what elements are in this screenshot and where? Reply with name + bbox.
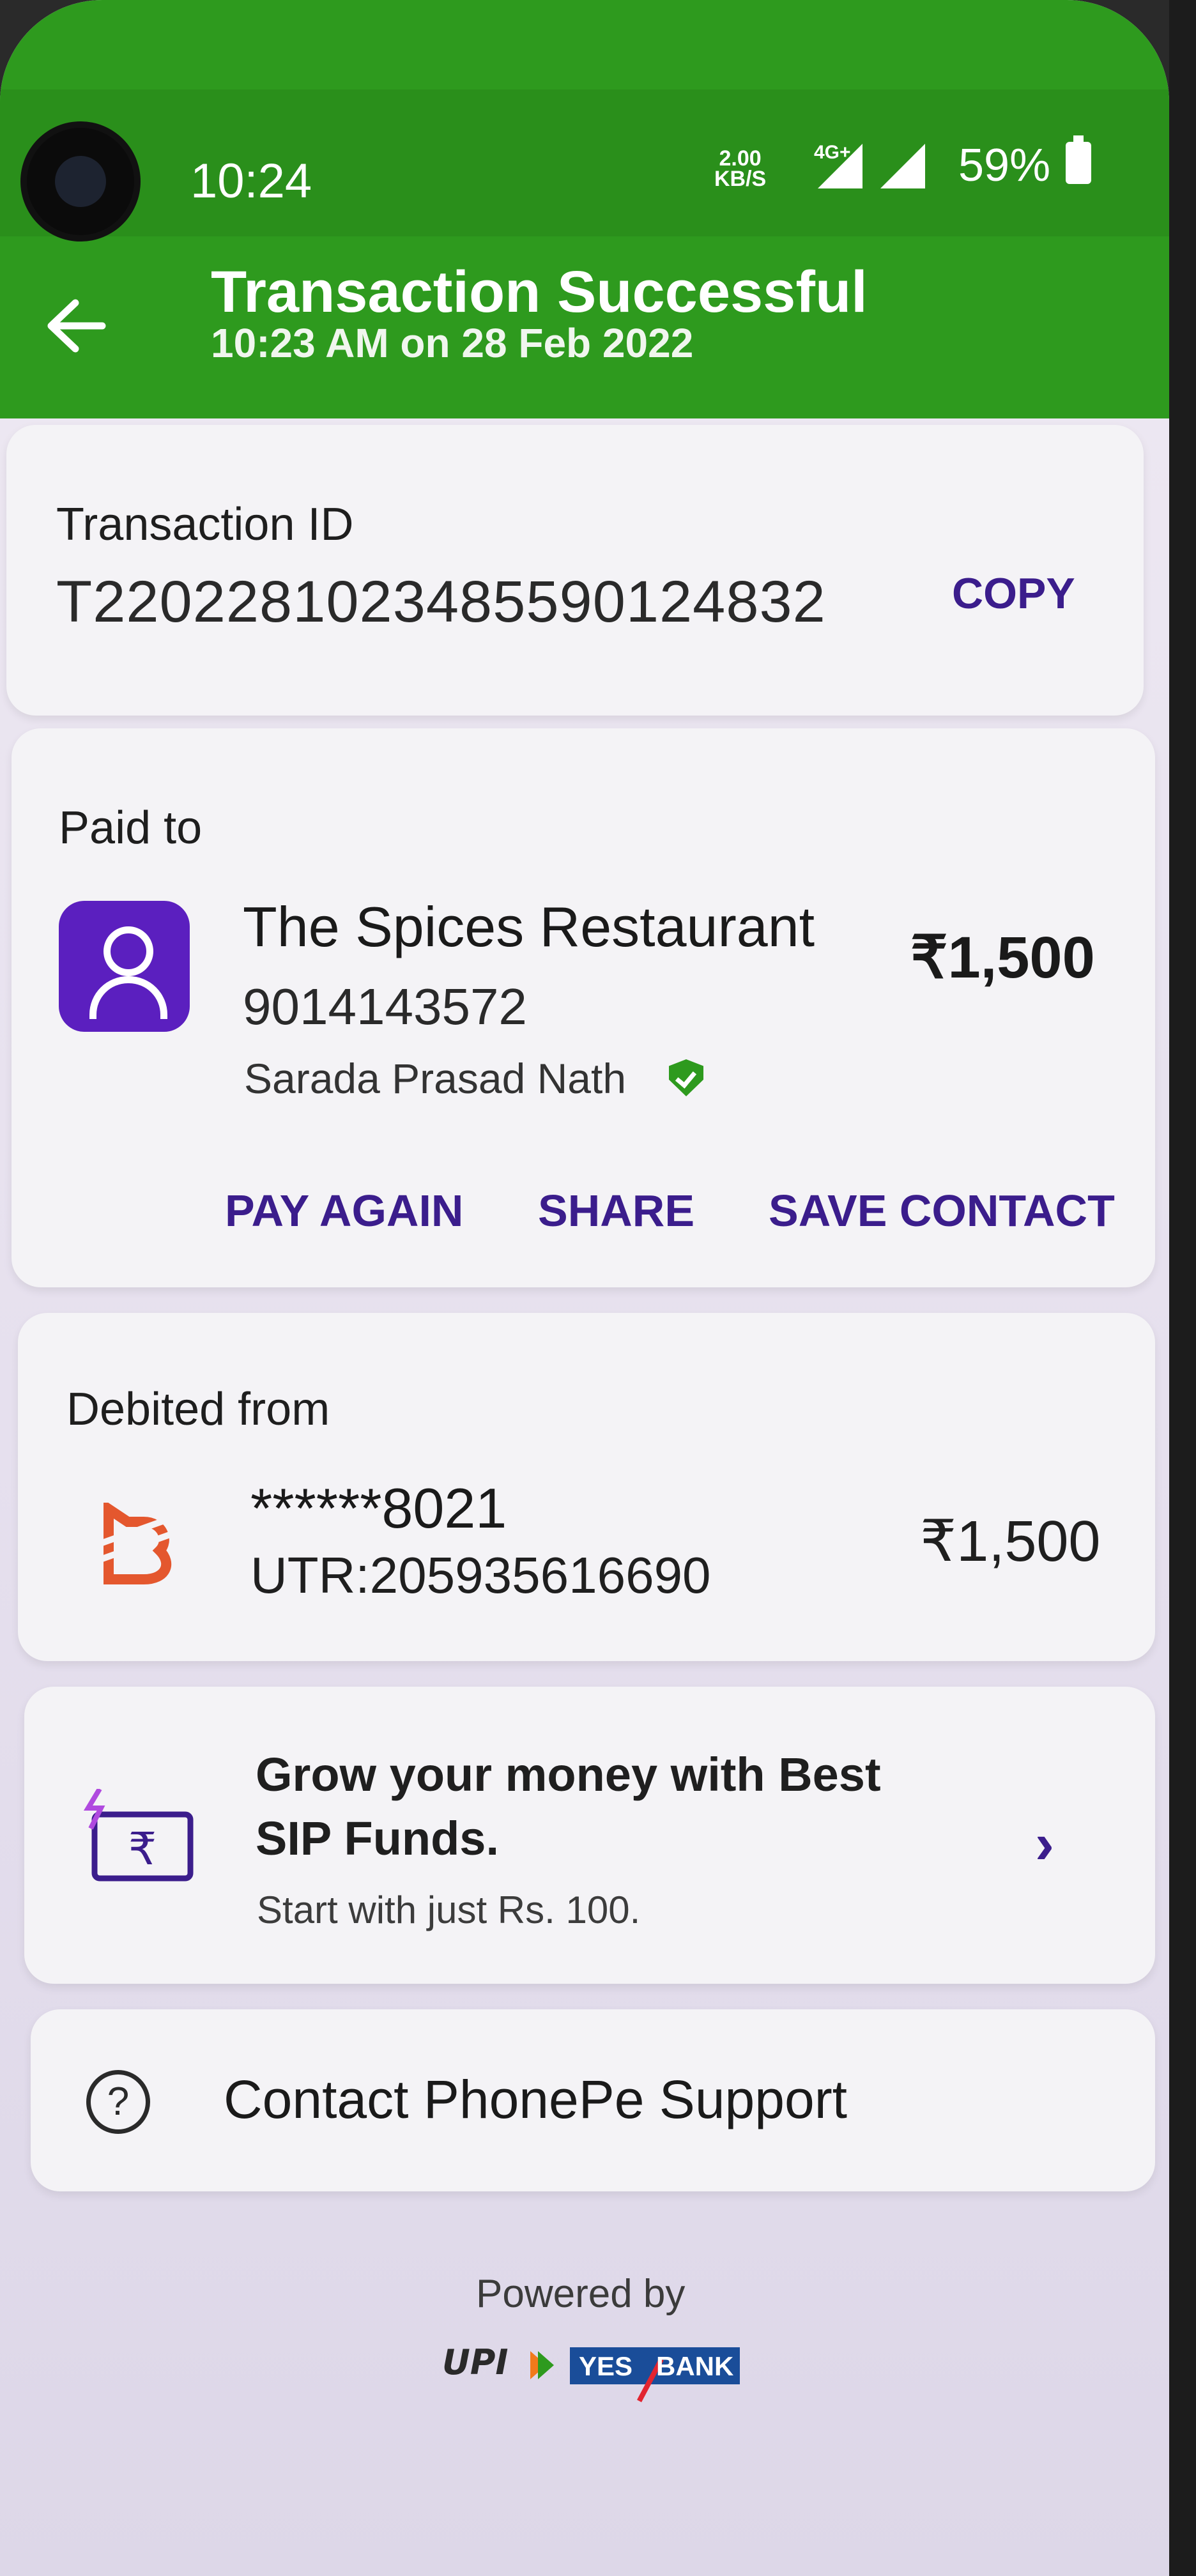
- front-camera: [27, 128, 134, 235]
- copy-button[interactable]: COPY: [952, 569, 1075, 618]
- powered-by-label: Powered by: [476, 2272, 686, 2316]
- transaction-datetime: 10:23 AM on 28 Feb 2022: [211, 320, 694, 366]
- battery-icon: [1066, 135, 1091, 184]
- utr-number: UTR:205935616690: [250, 1547, 711, 1604]
- share-button[interactable]: SHARE: [538, 1185, 694, 1236]
- sip-promo-title-line1: Grow your money with Best: [256, 1748, 881, 1801]
- bank-of-baroda-logo-icon: [83, 1499, 185, 1586]
- network-speed-value: 2.00: [719, 146, 762, 171]
- mobile-signal-icon: [818, 144, 862, 188]
- rupee-card-icon: ₹: [82, 1787, 197, 1885]
- paid-amount: ₹1,500: [910, 925, 1095, 990]
- status-time: 10:24: [190, 154, 312, 208]
- save-contact-button[interactable]: SAVE CONTACT: [769, 1185, 1115, 1236]
- sip-promo-subtitle: Start with just Rs. 100.: [257, 1889, 641, 1931]
- paid-to-label: Paid to: [59, 802, 203, 854]
- svg-text:₹: ₹: [128, 1823, 157, 1875]
- yes-bank-logo: YES BANK: [570, 2347, 740, 2402]
- help-circle-icon: ?: [86, 2070, 150, 2134]
- debited-from-card: [18, 1313, 1155, 1661]
- payee-name: The Spices Restaurant: [243, 895, 815, 958]
- payee-phone: 9014143572: [243, 978, 527, 1035]
- phone-bezel: [1169, 0, 1196, 2576]
- sip-promo-title-line2: SIP Funds.: [256, 1812, 500, 1865]
- contact-support-label: Contact PhonePe Support: [224, 2069, 848, 2129]
- network-speed-unit: KB/S: [714, 167, 767, 191]
- network-speed: 2.00 KB/S: [714, 146, 767, 191]
- pay-again-button[interactable]: PAY AGAIN: [225, 1185, 463, 1236]
- upi-logo: UPI: [441, 2342, 556, 2388]
- phone-screen: 10:24 2.00 KB/S 4G+ 59% Transaction Succ…: [0, 0, 1169, 2576]
- page-title: Transaction Successful: [211, 259, 868, 325]
- debited-amount: ₹1,500: [920, 1510, 1101, 1574]
- contact-avatar-icon: [59, 901, 190, 1032]
- back-arrow-icon[interactable]: [38, 294, 109, 358]
- transaction-id-value: T2202281023485590124832: [56, 569, 826, 634]
- battery-percentage: 59%: [958, 140, 1051, 191]
- account-number-masked: ******8021: [250, 1476, 507, 1540]
- svg-text:UPI: UPI: [442, 2343, 509, 2382]
- payee-owner-name: Sarada Prasad Nath: [244, 1055, 627, 1102]
- debited-from-label: Debited from: [66, 1384, 330, 1435]
- chevron-right-icon[interactable]: ›: [1035, 1811, 1054, 1877]
- yes-bank-logo-bank: BANK: [656, 2351, 734, 2381]
- mobile-signal-icon-2: [880, 144, 925, 188]
- transaction-id-label: Transaction ID: [56, 499, 354, 550]
